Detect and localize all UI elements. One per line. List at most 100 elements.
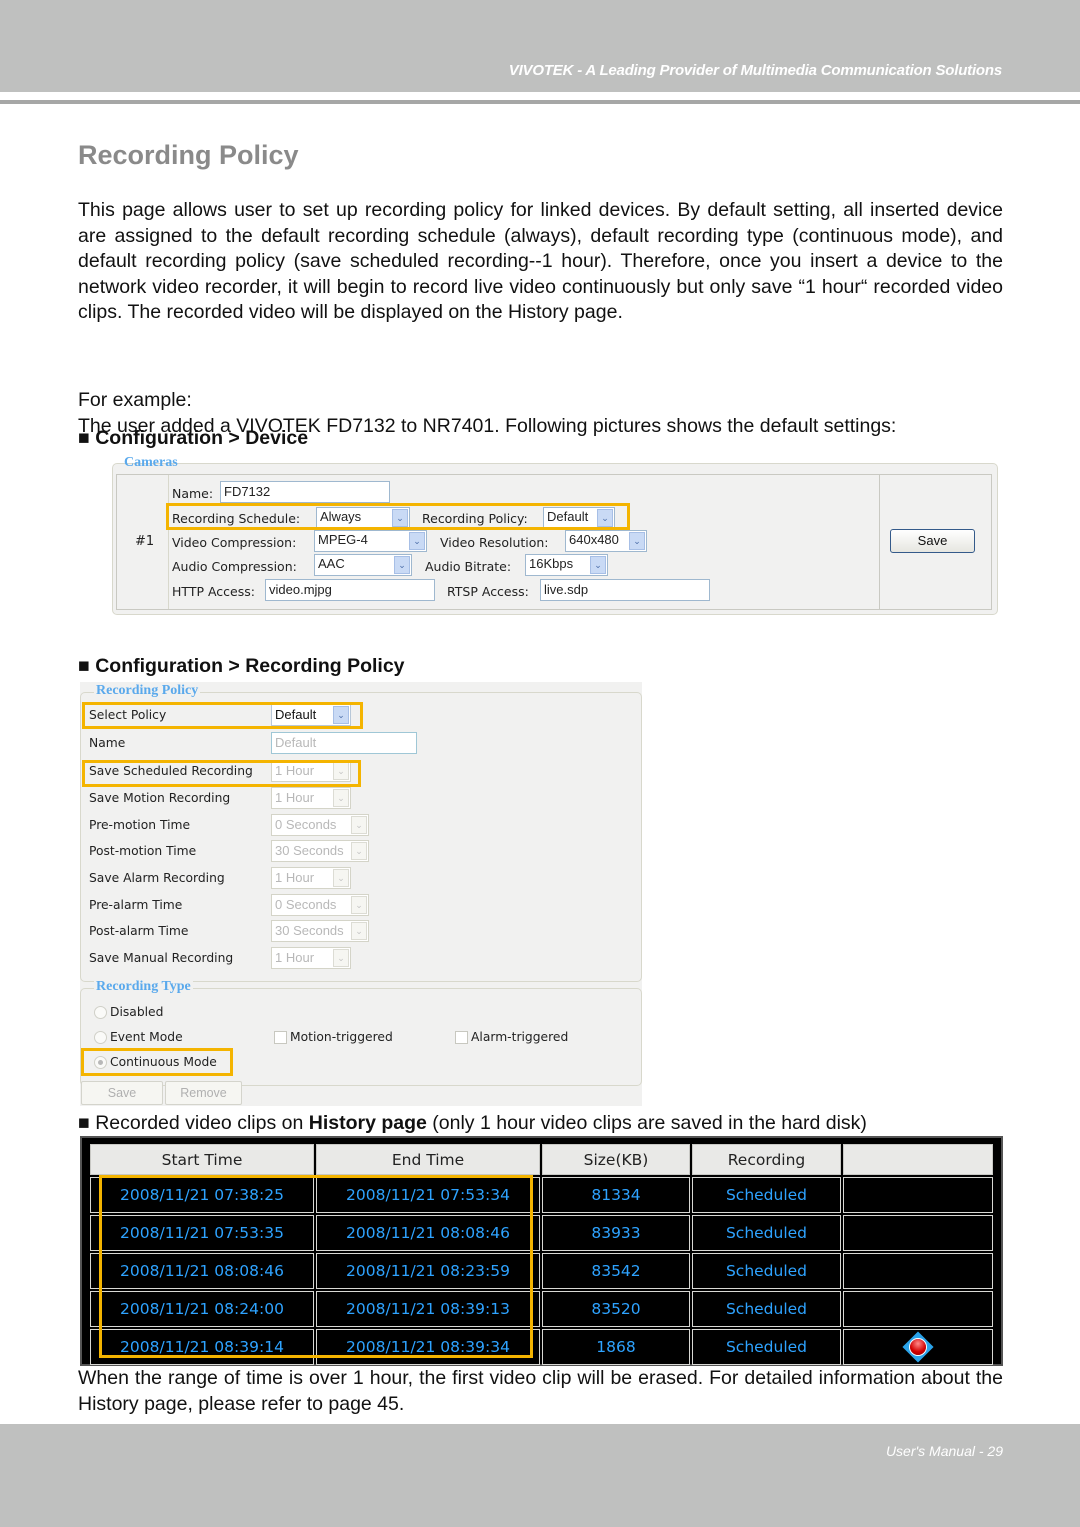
- save-alarm-value: 1 Hour: [275, 870, 315, 885]
- device-save-button[interactable]: Save: [890, 529, 975, 553]
- chevron-down-icon: ⌄: [351, 922, 367, 940]
- example-label: For example:: [78, 389, 192, 411]
- size-cell: 1868: [542, 1329, 690, 1365]
- intro-paragraph: This page allows user to set up recordin…: [78, 199, 1003, 323]
- chevron-down-icon: ⌄: [333, 869, 349, 887]
- audio-compression-select[interactable]: AAC ⌄: [314, 554, 412, 576]
- post-alarm-select[interactable]: 30 Seconds ⌄: [271, 920, 369, 942]
- chevron-down-icon: ⌄: [333, 949, 349, 967]
- section-heading-device: ■ Configuration > Device: [78, 427, 309, 449]
- save-alarm-label: Save Alarm Recording: [89, 871, 225, 885]
- closing-paragraph: When the range of time is over 1 hour, t…: [78, 1367, 1003, 1415]
- video-compression-value: MPEG-4: [318, 532, 368, 547]
- icon-cell: [843, 1215, 993, 1251]
- video-compression-select[interactable]: MPEG-4 ⌄: [314, 530, 427, 552]
- video-resolution-label: Video Resolution:: [440, 535, 549, 550]
- table-row[interactable]: 2008/11/21 08:08:46 2008/11/21 08:23:59 …: [90, 1253, 993, 1289]
- recording-policy-label: Recording Policy:: [422, 511, 528, 526]
- alarm-triggered-label: Alarm-triggered: [471, 1030, 569, 1044]
- policy-remove-button[interactable]: Remove: [165, 1081, 242, 1105]
- start-time-cell: 2008/11/21 08:08:46: [90, 1253, 314, 1289]
- recording-policy-select[interactable]: Default ⌄: [543, 507, 615, 529]
- post-motion-select[interactable]: 30 Seconds ⌄: [271, 840, 369, 862]
- video-resolution-select[interactable]: 640x480 ⌄: [565, 530, 647, 552]
- alarm-triggered-checkbox[interactable]: [455, 1031, 468, 1044]
- section-heading-history: ■ Recorded video clips on History page (…: [78, 1112, 1003, 1135]
- chevron-down-icon: ⌄: [351, 842, 367, 860]
- icon-cell: [843, 1291, 993, 1327]
- page-title: Recording Policy: [78, 140, 299, 170]
- chevron-down-icon: ⌄: [394, 556, 410, 574]
- recording-active-icon[interactable]: [902, 1331, 934, 1363]
- column-header-start-time[interactable]: Start Time: [90, 1144, 314, 1175]
- event-mode-radio[interactable]: [94, 1031, 107, 1044]
- recording-policy-value: Default: [547, 509, 589, 524]
- camera-name-input[interactable]: FD7132: [220, 481, 390, 503]
- start-time-cell: 2008/11/21 08:39:14: [90, 1329, 314, 1365]
- column-header-blank: [843, 1144, 993, 1175]
- history-heading-prefix: ■ Recorded video clips on: [78, 1112, 309, 1134]
- audio-bitrate-label: Audio Bitrate:: [425, 559, 512, 574]
- http-access-label: HTTP Access:: [172, 584, 255, 599]
- size-cell: 83520: [542, 1291, 690, 1327]
- table-row[interactable]: 2008/11/21 08:24:00 2008/11/21 08:39:13 …: [90, 1291, 993, 1327]
- recording-cell: Scheduled: [692, 1215, 841, 1251]
- column-header-recording[interactable]: Recording: [692, 1144, 841, 1175]
- chevron-down-icon: ⌄: [629, 532, 645, 550]
- save-alarm-select[interactable]: 1 Hour ⌄: [271, 867, 351, 889]
- event-mode-label: Event Mode: [110, 1030, 183, 1044]
- pre-alarm-select[interactable]: 0 Seconds ⌄: [271, 894, 369, 916]
- disabled-radio[interactable]: [94, 1006, 107, 1019]
- save-scheduled-select[interactable]: 1 Hour ⌄: [271, 760, 351, 782]
- table-row[interactable]: 2008/11/21 07:53:35 2008/11/21 08:08:46 …: [90, 1215, 993, 1251]
- post-alarm-value: 30 Seconds: [275, 923, 344, 938]
- camera-number: #1: [135, 534, 155, 549]
- end-time-cell: 2008/11/21 08:08:46: [316, 1215, 540, 1251]
- pre-alarm-label: Pre-alarm Time: [89, 898, 183, 912]
- select-policy-select[interactable]: Default ⌄: [271, 704, 351, 726]
- table-row[interactable]: 2008/11/21 08:39:14 2008/11/21 08:39:34 …: [90, 1329, 993, 1365]
- rtsp-access-input[interactable]: live.sdp: [540, 579, 710, 601]
- http-access-input[interactable]: video.mjpg: [265, 579, 435, 601]
- audio-bitrate-value: 16Kbps: [529, 556, 574, 571]
- continuous-mode-radio[interactable]: [94, 1056, 107, 1069]
- motion-triggered-checkbox[interactable]: [274, 1031, 287, 1044]
- post-motion-value: 30 Seconds: [275, 843, 344, 858]
- recording-schedule-value: Always: [320, 509, 362, 524]
- history-heading-bold: History page: [308, 1112, 427, 1134]
- pre-alarm-value: 0 Seconds: [275, 897, 337, 912]
- recording-cell: Scheduled: [692, 1291, 841, 1327]
- column-header-size[interactable]: Size(KB): [542, 1144, 690, 1175]
- save-manual-select[interactable]: 1 Hour ⌄: [271, 947, 351, 969]
- page-footer-band: [0, 1424, 1080, 1527]
- start-time-cell: 2008/11/21 07:38:25: [90, 1177, 314, 1213]
- section-heading-policy: ■ Configuration > Recording Policy: [78, 655, 405, 677]
- continuous-mode-label: Continuous Mode: [110, 1055, 217, 1069]
- recording-cell: Scheduled: [692, 1329, 841, 1365]
- header-divider: [0, 100, 1080, 104]
- recording-schedule-select[interactable]: Always ⌄: [316, 507, 410, 529]
- recording-cell: Scheduled: [692, 1253, 841, 1289]
- policy-name-input[interactable]: Default: [271, 732, 417, 754]
- size-cell: 81334: [542, 1177, 690, 1213]
- end-time-cell: 2008/11/21 08:39:13: [316, 1291, 540, 1327]
- audio-bitrate-select[interactable]: 16Kbps ⌄: [525, 554, 608, 576]
- disabled-label: Disabled: [110, 1005, 164, 1019]
- recording-type-legend: Recording Type: [94, 979, 193, 995]
- recording-cell: Scheduled: [692, 1177, 841, 1213]
- pre-motion-select[interactable]: 0 Seconds ⌄: [271, 814, 369, 836]
- select-policy-label: Select Policy: [89, 708, 167, 722]
- audio-compression-label: Audio Compression:: [172, 559, 297, 574]
- save-motion-select[interactable]: 1 Hour ⌄: [271, 787, 351, 809]
- table-row[interactable]: 2008/11/21 07:38:25 2008/11/21 07:53:34 …: [90, 1177, 993, 1213]
- policy-save-button[interactable]: Save: [81, 1081, 163, 1105]
- chevron-down-icon: ⌄: [351, 896, 367, 914]
- select-policy-value: Default: [275, 707, 317, 722]
- size-cell: 83933: [542, 1215, 690, 1251]
- start-time-cell: 2008/11/21 07:53:35: [90, 1215, 314, 1251]
- column-header-end-time[interactable]: End Time: [316, 1144, 540, 1175]
- footer-page-number: User's Manual - 29: [885, 1443, 1003, 1459]
- save-scheduled-value: 1 Hour: [275, 763, 315, 778]
- video-resolution-value: 640x480: [569, 532, 619, 547]
- recording-schedule-label: Recording Schedule:: [172, 511, 301, 526]
